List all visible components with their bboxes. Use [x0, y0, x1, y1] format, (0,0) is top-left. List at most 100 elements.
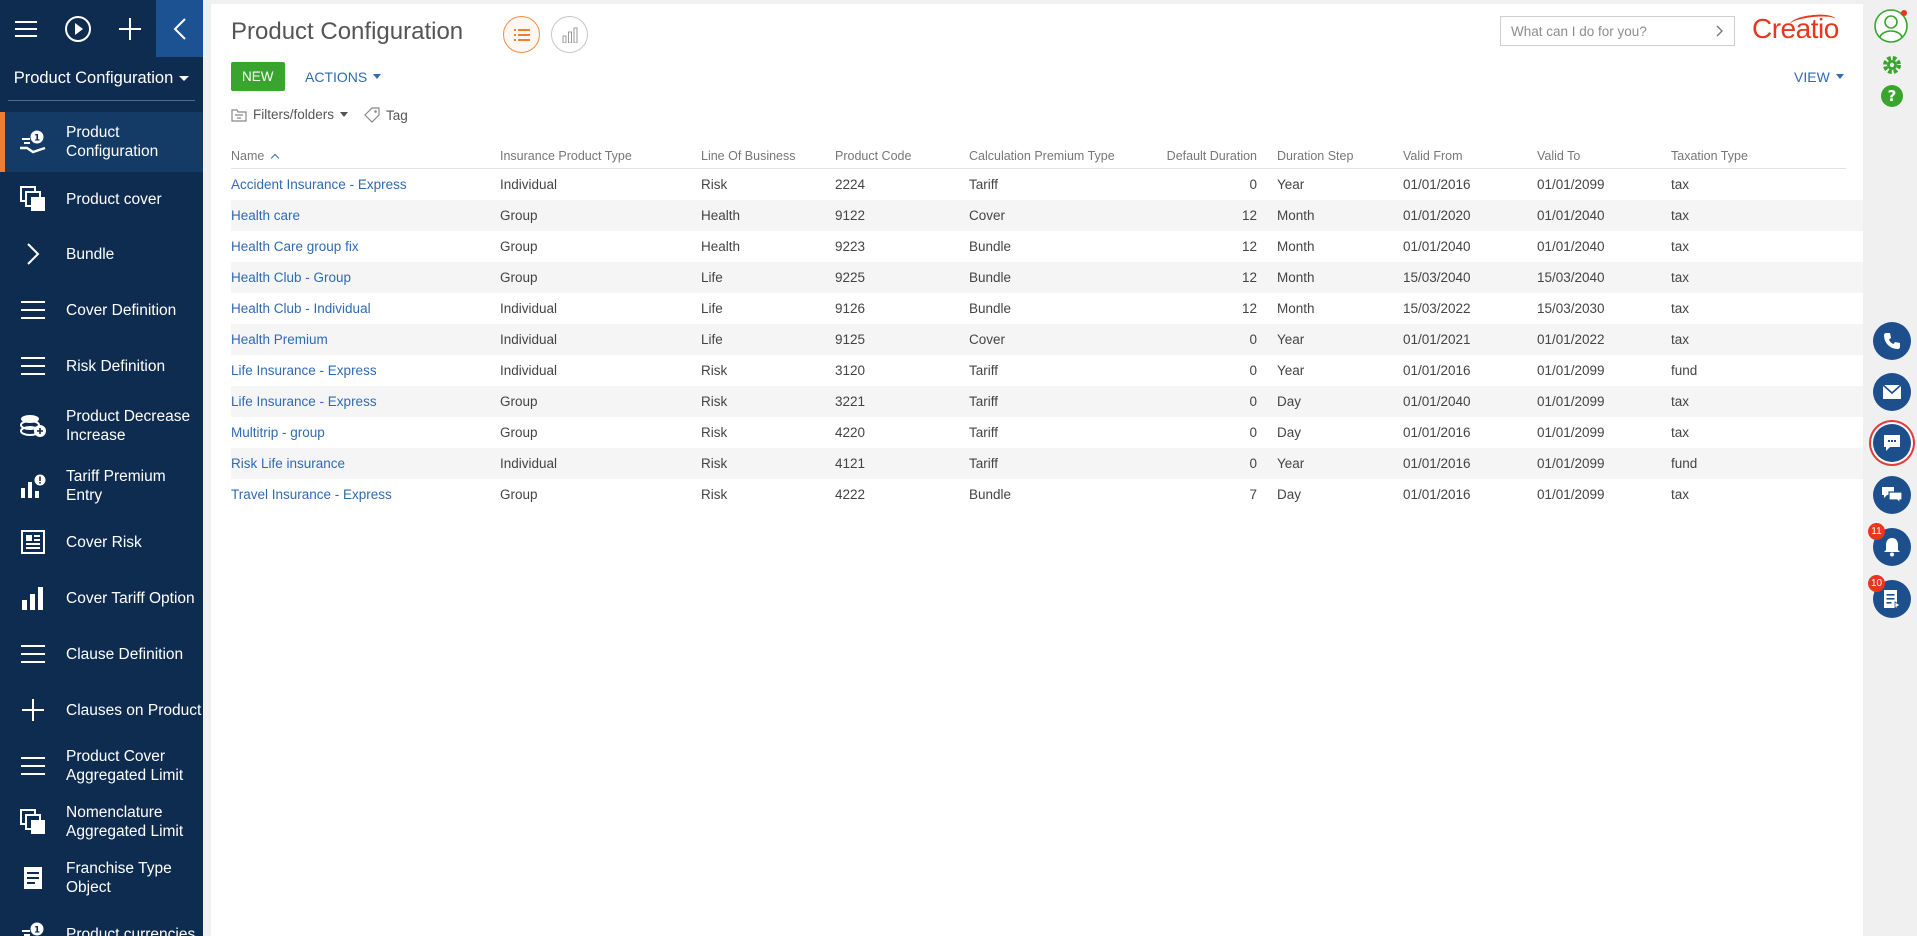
chat-bubble-icon	[1884, 435, 1900, 451]
sidebar-item-franchise-type-object[interactable]: Franchise Type Object	[0, 850, 203, 906]
cell-duration-step: Month	[1277, 270, 1315, 285]
record-link[interactable]: Risk Life insurance	[231, 456, 500, 471]
newspaper-icon	[0, 530, 66, 554]
tag-button[interactable]: Tag	[364, 107, 408, 123]
column-header-line-of-business[interactable]: Line Of Business	[701, 149, 835, 163]
record-link[interactable]: Life Insurance - Express	[231, 363, 500, 378]
table-row[interactable]: Accident Insurance - Express Individual Ri…	[231, 169, 1863, 200]
table-row[interactable]: Health Club - Individual Individual Life 91…	[231, 293, 1863, 324]
list-view-button[interactable]	[503, 16, 540, 53]
table-row[interactable]: Risk Life insurance Individual Risk 4121 Tar…	[231, 448, 1863, 479]
record-link[interactable]: Health care	[231, 208, 500, 223]
table-row[interactable]: Health Club - Group Group Life 9225 Bundle 12…	[231, 262, 1863, 293]
profile-button[interactable]	[1873, 8, 1909, 44]
sidebar-item-tariff-premium-entry[interactable]: Tariff Premium Entry	[0, 458, 203, 514]
search-input[interactable]	[1511, 23, 1716, 39]
table-row[interactable]: Multitrip - group Group Risk 4220 Tariff 0 Day…	[231, 417, 1863, 448]
new-button[interactable]: NEW	[231, 62, 285, 91]
record-link[interactable]: Multitrip - group	[231, 425, 500, 440]
command-search[interactable]	[1500, 16, 1735, 46]
cell-insurance-product-type: Group	[500, 270, 538, 285]
record-link[interactable]: Health Club - Individual	[231, 301, 500, 316]
sidebar-item-bundle[interactable]: Bundle	[0, 226, 203, 282]
cell-insurance-product-type: Individual	[500, 332, 558, 347]
chat-button[interactable]	[1873, 424, 1911, 462]
sidebar-item-nomenclature-aggregated-limit[interactable]: Nomenclature Aggregated Limit	[0, 794, 203, 850]
caret-down-icon	[179, 76, 190, 81]
column-header-duration-step[interactable]: Duration Step	[1267, 149, 1403, 163]
column-header-valid-from[interactable]: Valid From	[1403, 149, 1537, 163]
sidebar-item-product-cover-aggregated-limit[interactable]: Product Cover Aggregated Limit	[0, 738, 203, 794]
sidebar-item-clauses-on-product[interactable]: Clauses on Product	[0, 682, 203, 738]
feed-button[interactable]	[1873, 476, 1911, 514]
sidebar-item-product-configuration[interactable]: 1 Product Configuration	[0, 112, 203, 172]
record-link[interactable]: Travel Insurance - Express	[231, 487, 500, 502]
svg-text:?: ?	[1888, 87, 1897, 105]
cell-valid-to: 01/01/2099	[1537, 394, 1605, 409]
list-view-icon	[513, 28, 530, 41]
cell-insurance-product-type: Group	[500, 394, 538, 409]
sidebar-item-product-cover[interactable]: Product cover	[0, 172, 203, 226]
cell-valid-to: 01/01/2099	[1537, 425, 1605, 440]
sidebar-item-label: Franchise Type Object	[66, 860, 172, 896]
run-process-button[interactable]	[52, 0, 104, 57]
sidebar-item-risk-definition[interactable]: Risk Definition	[0, 338, 203, 394]
actions-label: ACTIONS	[305, 68, 368, 85]
record-link[interactable]: Health Premium	[231, 332, 500, 347]
actions-button[interactable]: ACTIONS	[305, 62, 382, 91]
sidebar-item-cover-definition[interactable]: Cover Definition	[0, 282, 203, 338]
cell-product-code: 2224	[835, 177, 866, 192]
cell-calculation-premium-type: Tariff	[969, 177, 999, 192]
record-link[interactable]: Health Club - Group	[231, 270, 500, 285]
filters-folders-button[interactable]: Filters/folders	[231, 107, 349, 122]
cell-insurance-product-type: Group	[500, 425, 538, 440]
cell-line-of-business: Health	[701, 208, 741, 223]
analytics-view-button[interactable]	[551, 16, 588, 53]
chevron-right-icon	[0, 242, 66, 266]
table-row[interactable]: Life Insurance - Express Group Risk 3221 Tar…	[231, 386, 1863, 417]
column-header-product-code[interactable]: Product Code	[835, 149, 969, 163]
sidebar-item-product-currencies[interactable]: 1 Product currencies	[0, 906, 203, 936]
table-row[interactable]: Health care Group Health 9122 Cover 12 Month 01…	[231, 200, 1863, 231]
cell-valid-from: 01/01/2020	[1403, 208, 1471, 223]
cell-valid-to: 01/01/2040	[1537, 208, 1605, 223]
table-row[interactable]: Travel Insurance - Express Group Risk 4222 B…	[231, 479, 1863, 510]
column-header-taxation-type[interactable]: Taxation Type	[1671, 149, 1791, 163]
workspace-selector[interactable]: Product Configuration	[8, 57, 195, 101]
sidebar-item-label: Clauses on Product	[66, 701, 202, 719]
view-button[interactable]: VIEW	[1794, 62, 1844, 91]
record-link[interactable]: Life Insurance - Express	[231, 394, 500, 409]
column-header-insurance-product-type[interactable]: Insurance Product Type	[500, 149, 701, 163]
column-header-default-duration[interactable]: Default Duration	[1156, 149, 1267, 163]
phone-button[interactable]	[1873, 322, 1911, 360]
product-grid: Name Insurance Product Type Line Of Busi…	[231, 144, 1863, 510]
menu-button[interactable]	[0, 0, 52, 57]
sidebar-item-product-decrease-increase[interactable]: Product Decrease Increase	[0, 394, 203, 458]
column-header-calculation-premium-type[interactable]: Calculation Premium Type	[969, 149, 1156, 163]
sidebar-item-cover-tariff-option[interactable]: Cover Tariff Option	[0, 570, 203, 626]
table-row[interactable]: Life Insurance - Express Individual Risk 31…	[231, 355, 1863, 386]
product-hand-icon: 1	[0, 920, 66, 936]
record-link[interactable]: Health Care group fix	[231, 239, 500, 254]
grid-header: Name Insurance Product Type Line Of Busi…	[231, 144, 1846, 169]
sidebar-item-clause-definition[interactable]: Clause Definition	[0, 626, 203, 682]
table-row[interactable]: Health Premium Individual Life 9125 Cover 0 Ye…	[231, 324, 1863, 355]
record-link[interactable]: Accident Insurance - Express	[231, 177, 500, 192]
column-header-valid-to[interactable]: Valid To	[1537, 149, 1671, 163]
column-header-name[interactable]: Name	[231, 149, 500, 163]
collapse-sidebar-button[interactable]	[156, 0, 203, 57]
tasks-button[interactable]: 10	[1868, 575, 1911, 618]
help-button[interactable]: ?	[1880, 84, 1904, 108]
add-button[interactable]	[104, 0, 156, 57]
system-settings-button[interactable]	[1880, 53, 1904, 77]
chart-alert-icon	[0, 473, 66, 499]
cell-duration-step: Month	[1277, 239, 1315, 254]
notifications-button[interactable]: 11	[1868, 523, 1911, 566]
product-hand-icon: 1	[0, 128, 66, 156]
cell-taxation-type: tax	[1671, 301, 1690, 316]
cell-valid-from: 01/01/2040	[1403, 239, 1471, 254]
table-row[interactable]: Health Care group fix Group Health 9223 Bund…	[231, 231, 1863, 262]
email-button[interactable]	[1873, 373, 1911, 411]
cell-default-duration: 0	[1249, 363, 1257, 378]
sidebar-item-cover-risk[interactable]: Cover Risk	[0, 514, 203, 570]
